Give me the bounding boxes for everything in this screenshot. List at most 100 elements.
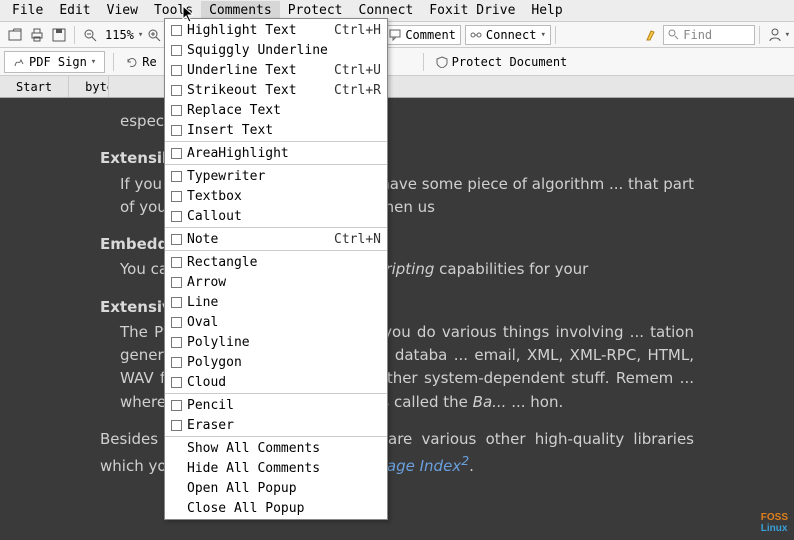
menu-item-textbox[interactable]: Textbox (165, 186, 387, 206)
checkbox-icon (171, 234, 182, 245)
sign-icon (13, 56, 25, 68)
menu-item-label: Line (187, 295, 381, 310)
menu-item-polygon[interactable]: Polygon (165, 352, 387, 372)
menu-item-label: Underline Text (187, 63, 334, 78)
zoom-value[interactable]: 115% (101, 28, 138, 42)
menu-item-note[interactable]: NoteCtrl+N (165, 229, 387, 249)
menu-shortcut: Ctrl+H (334, 23, 381, 38)
tab-start[interactable]: Start (0, 76, 69, 97)
find-input[interactable]: Find (663, 25, 754, 45)
menu-item-insert-text[interactable]: Insert Text (165, 120, 387, 140)
menu-item-oval[interactable]: Oval (165, 312, 387, 332)
separator (759, 26, 760, 44)
pdf-sign-button[interactable]: PDF Sign ▾ (4, 51, 105, 73)
menu-item-close-all-popup[interactable]: Close All Popup (165, 498, 387, 518)
checkbox-icon (171, 65, 182, 76)
menu-item-label: Callout (187, 209, 381, 224)
menu-item-label: Squiggly Underline (187, 43, 381, 58)
menu-edit[interactable]: Edit (51, 1, 98, 20)
menu-item-eraser[interactable]: Eraser (165, 415, 387, 435)
menu-item-squiggly-underline[interactable]: Squiggly Underline (165, 40, 387, 60)
checkbox-icon (171, 191, 182, 202)
menu-item-label: Arrow (187, 275, 381, 290)
menu-item-label: Textbox (187, 189, 381, 204)
menu-item-label: Cloud (187, 375, 381, 390)
menu-item-callout[interactable]: Callout (165, 206, 387, 226)
checkbox-icon (171, 211, 182, 222)
open-icon[interactable] (4, 24, 26, 46)
checkbox-icon (171, 420, 182, 431)
menu-item-label: Note (187, 232, 334, 247)
menu-item-underline-text[interactable]: Underline TextCtrl+U (165, 60, 387, 80)
menu-help[interactable]: Help (523, 1, 570, 20)
protect-doc-button[interactable]: Protect Document (428, 51, 576, 73)
checkbox-icon (171, 317, 182, 328)
menu-item-areahighlight[interactable]: AreaHighlight (165, 143, 387, 163)
print-icon[interactable] (26, 24, 48, 46)
save-icon[interactable] (48, 24, 70, 46)
comments-dropdown: Highlight TextCtrl+H Squiggly Underline Un… (164, 18, 388, 520)
checkbox-icon (171, 297, 182, 308)
checkbox-icon (171, 85, 182, 96)
menu-separator (165, 164, 387, 165)
main-toolbar: 115% ▾ Comment Connect ▾ Find ▾ (0, 22, 794, 48)
secondary-toolbar: PDF Sign ▾ Re Protect Document (0, 48, 794, 76)
checkbox-icon (171, 277, 182, 288)
document-view[interactable]: especially ... ges like C++ or Java. Ext… (0, 98, 794, 540)
re-button[interactable]: Re (118, 51, 164, 73)
separator (74, 26, 75, 44)
menu-file[interactable]: File (4, 1, 51, 20)
checkbox-icon (171, 337, 182, 348)
chevron-down-icon: ▾ (91, 57, 96, 67)
menu-item-open-all-popup[interactable]: Open All Popup (165, 478, 387, 498)
footnote-ref[interactable]: 2 (461, 453, 469, 468)
checkbox-icon (171, 257, 182, 268)
menu-foxitdrive[interactable]: Foxit Drive (421, 1, 523, 20)
protect-doc-label: Protect Document (452, 55, 568, 69)
menu-separator (165, 227, 387, 228)
tab-document[interactable]: byte... (69, 76, 109, 97)
menu-item-strikeout-text[interactable]: Strikeout TextCtrl+R (165, 80, 387, 100)
menu-separator (165, 436, 387, 437)
pdf-sign-label: PDF Sign (29, 55, 87, 69)
connect-button[interactable]: Connect ▾ (465, 25, 551, 45)
menu-item-label: Polyline (187, 335, 381, 350)
menu-separator (165, 393, 387, 394)
menu-item-label: Oval (187, 315, 381, 330)
menu-shortcut: Ctrl+N (334, 232, 381, 247)
menu-shortcut: Ctrl+R (334, 83, 381, 98)
menu-item-label: Insert Text (187, 123, 381, 138)
menu-separator (165, 141, 387, 142)
menu-item-hide-all-comments[interactable]: Hide All Comments (165, 458, 387, 478)
menubar: File Edit View Tools Comments Protect Co… (0, 0, 794, 22)
zoom-out-icon[interactable] (79, 24, 101, 46)
menu-item-show-all-comments[interactable]: Show All Comments (165, 438, 387, 458)
menu-item-arrow[interactable]: Arrow (165, 272, 387, 292)
chevron-down-icon: ▾ (540, 30, 545, 40)
comment-button[interactable]: Comment (384, 25, 461, 45)
comment-label: Comment (405, 28, 456, 42)
chevron-down-icon: ▾ (785, 30, 790, 40)
menu-item-cloud[interactable]: Cloud (165, 372, 387, 392)
menu-item-line[interactable]: Line (165, 292, 387, 312)
checkbox-icon (171, 171, 182, 182)
menu-view[interactable]: View (99, 1, 146, 20)
menu-item-label: Replace Text (187, 103, 381, 118)
menu-item-highlight-text[interactable]: Highlight TextCtrl+H (165, 20, 387, 40)
highlighter-icon[interactable] (641, 24, 663, 46)
connect-icon (470, 29, 482, 41)
menu-item-pencil[interactable]: Pencil (165, 395, 387, 415)
watermark-logo: FOSS Linux (761, 512, 788, 534)
checkbox-icon (171, 148, 182, 159)
menu-item-polyline[interactable]: Polyline (165, 332, 387, 352)
menu-item-label: Rectangle (187, 255, 381, 270)
user-menu[interactable]: ▾ (768, 28, 790, 42)
menu-item-typewriter[interactable]: Typewriter (165, 166, 387, 186)
checkbox-icon (171, 105, 182, 116)
connect-label: Connect (486, 28, 537, 42)
separator (555, 26, 556, 44)
checkbox-icon (171, 25, 182, 36)
menu-item-rectangle[interactable]: Rectangle (165, 252, 387, 272)
menu-item-replace-text[interactable]: Replace Text (165, 100, 387, 120)
zoom-in-icon[interactable] (143, 24, 165, 46)
